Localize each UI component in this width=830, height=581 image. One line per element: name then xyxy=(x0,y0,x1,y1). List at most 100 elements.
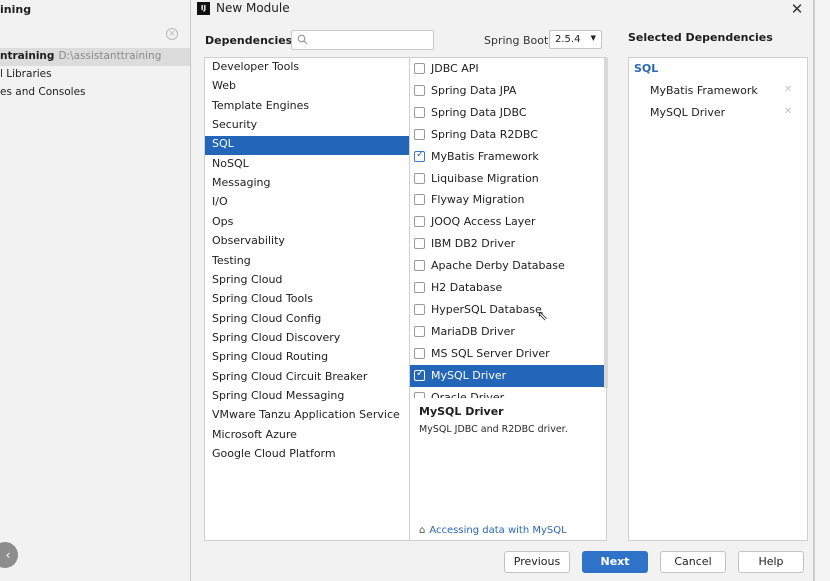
dependency-label: MariaDB Driver xyxy=(431,324,515,338)
bg-scratches-row: es and Consoles xyxy=(0,86,86,98)
remove-icon[interactable]: ✕ xyxy=(784,84,792,95)
help-button[interactable]: Help xyxy=(738,551,804,573)
dependency-item[interactable]: MariaDB Driver xyxy=(410,321,606,343)
spring-boot-version-value: 2.5.4 xyxy=(555,34,581,45)
category-item[interactable]: Spring Cloud Messaging xyxy=(205,388,409,407)
dependency-item[interactable]: MS SQL Server Driver xyxy=(410,343,606,365)
background-right-window xyxy=(814,0,830,581)
bg-round-button: ‹ xyxy=(0,542,18,568)
dependency-item[interactable]: Spring Data JDBC xyxy=(410,102,606,124)
selected-item-label: MySQL Driver xyxy=(650,106,726,119)
dependency-checkbox[interactable]: ✓ xyxy=(414,367,425,381)
dependency-checkbox[interactable] xyxy=(414,282,425,293)
previous-button[interactable]: Previous xyxy=(504,551,570,573)
dependency-item[interactable]: Oracle Driver xyxy=(410,387,606,399)
bg-project-path: D:\assistanttraining xyxy=(58,50,162,62)
dependency-checkbox[interactable] xyxy=(414,260,425,272)
dependency-checkbox[interactable] xyxy=(414,106,425,118)
category-item[interactable]: Developer Tools xyxy=(205,59,409,78)
category-item[interactable]: Messaging xyxy=(205,175,409,194)
bg-window-title: ining xyxy=(0,3,32,16)
category-item[interactable]: Testing xyxy=(205,253,409,272)
check-icon: ✓ xyxy=(416,367,425,379)
dependency-item[interactable]: Spring Data R2DBC xyxy=(410,124,606,146)
category-item[interactable]: I/O xyxy=(205,194,409,213)
category-item[interactable]: Spring Cloud Tools xyxy=(205,291,409,310)
dependency-label: Spring Data JPA xyxy=(431,83,517,97)
dependency-checkbox[interactable] xyxy=(414,128,425,140)
dependency-item[interactable]: JOOQ Access Layer xyxy=(410,211,606,233)
dependency-list: JDBC API Spring Data JPA Spring Data JDBC S… xyxy=(410,58,606,398)
dependency-item[interactable]: H2 Database xyxy=(410,277,606,299)
category-item[interactable]: Ops xyxy=(205,214,409,233)
dependency-checkbox[interactable] xyxy=(414,172,425,184)
dependency-checkbox[interactable] xyxy=(414,194,425,206)
category-item[interactable]: Google Cloud Platform xyxy=(205,446,409,465)
dependency-detail-title: MySQL Driver xyxy=(419,405,504,418)
dialog-titlebar: IJ New Module ✕ xyxy=(191,0,815,18)
category-item[interactable]: Spring Cloud Config xyxy=(205,311,409,330)
category-item[interactable]: Spring Cloud Discovery xyxy=(205,330,409,349)
guide-link-label: Accessing data with MySQL xyxy=(429,525,567,536)
close-icon[interactable]: ✕ xyxy=(789,0,805,18)
dependency-checkbox[interactable] xyxy=(414,84,425,96)
remove-icon[interactable]: ✕ xyxy=(784,106,792,117)
dependency-item[interactable]: HyperSQL Database xyxy=(410,299,606,321)
dependency-search-box[interactable] xyxy=(291,30,434,50)
dependency-checkbox[interactable] xyxy=(414,391,425,398)
bg-search-clear-icon: ✕ xyxy=(166,28,178,40)
category-item[interactable]: Security xyxy=(205,117,409,136)
category-item[interactable]: VMware Tanzu Application Service xyxy=(205,407,409,426)
bg-external-libraries-row: l Libraries xyxy=(0,68,52,80)
dependencies-label: Dependencies xyxy=(205,34,293,47)
category-list: Developer Tools Web Template Engines Securi… xyxy=(204,57,410,541)
dependency-item[interactable]: JDBC API xyxy=(410,58,606,80)
check-icon: ✓ xyxy=(416,148,425,160)
selected-item-label: MyBatis Framework xyxy=(650,84,758,97)
dependency-list-scrollbar[interactable] xyxy=(604,58,608,388)
dependency-item[interactable]: IBM DB2 Driver xyxy=(410,233,606,255)
dependency-checkbox[interactable]: ✓ xyxy=(414,148,425,162)
dependency-checkbox[interactable] xyxy=(414,216,425,228)
dependency-item[interactable]: Spring Data JPA xyxy=(410,80,606,102)
background-ide-window: ining ✕ ntraining D:\assistanttraining l … xyxy=(0,0,192,581)
dependency-label: Apache Derby Database xyxy=(431,259,565,273)
dependency-label: Flyway Migration xyxy=(431,193,525,207)
category-item[interactable]: NoSQL xyxy=(205,156,409,175)
next-button[interactable]: Next xyxy=(582,551,648,573)
category-item[interactable]: SQL xyxy=(205,136,409,156)
category-item[interactable]: Web xyxy=(205,78,409,97)
dependency-checkbox[interactable] xyxy=(414,63,425,74)
dependency-label: Oracle Driver xyxy=(431,390,505,399)
dependency-label: MyBatis Framework xyxy=(431,149,539,163)
search-icon xyxy=(297,34,308,45)
bg-project-row: ntraining D:\assistanttraining xyxy=(0,50,161,62)
dependency-checkbox[interactable] xyxy=(414,347,425,359)
category-item[interactable]: Spring Cloud xyxy=(205,272,409,291)
dependency-label: JDBC API xyxy=(431,62,479,75)
dependency-panel: JDBC API Spring Data JPA Spring Data JDBC S… xyxy=(410,57,608,541)
dependency-item[interactable]: Liquibase Migration xyxy=(410,168,606,190)
category-item[interactable]: Spring Cloud Routing xyxy=(205,349,409,368)
category-item[interactable]: Observability xyxy=(205,233,409,252)
dependency-checkbox[interactable] xyxy=(414,238,425,250)
dependency-checkbox[interactable] xyxy=(414,325,425,337)
category-item[interactable]: Microsoft Azure xyxy=(205,427,409,446)
dependency-item[interactable]: ✓ MySQL Driver xyxy=(410,364,606,387)
category-item[interactable]: Template Engines xyxy=(205,98,409,117)
guide-link[interactable]: ⌂ Accessing data with MySQL xyxy=(419,525,567,536)
dependency-item[interactable]: ✓ MyBatis Framework xyxy=(410,146,606,168)
dependency-item[interactable]: Apache Derby Database xyxy=(410,255,606,277)
spring-boot-version-select[interactable]: 2.5.4 ▼ xyxy=(549,30,602,49)
selected-item: MyBatis Framework ✕ xyxy=(650,84,800,97)
dependency-item[interactable]: Flyway Migration xyxy=(410,189,606,211)
dependency-checkbox[interactable] xyxy=(414,303,425,315)
dependency-label: MySQL Driver xyxy=(431,368,507,382)
cancel-button[interactable]: Cancel xyxy=(660,551,726,573)
dependency-label: JOOQ Access Layer xyxy=(431,215,536,229)
dependency-search-input[interactable] xyxy=(312,33,430,47)
dependency-label: MS SQL Server Driver xyxy=(431,346,550,360)
category-item[interactable]: Spring Cloud Circuit Breaker xyxy=(205,369,409,388)
dialog-title: New Module xyxy=(216,1,290,15)
dependency-label: HyperSQL Database xyxy=(431,302,542,316)
